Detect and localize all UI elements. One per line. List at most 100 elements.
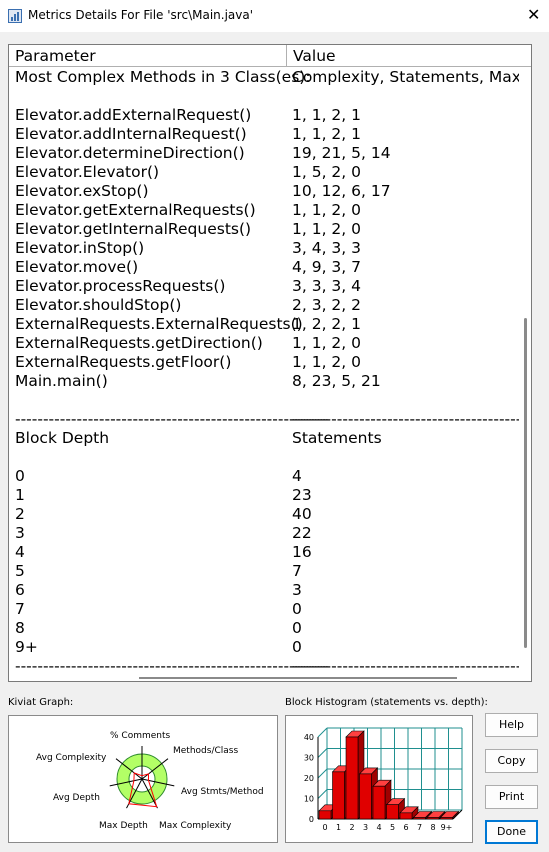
histogram-bar: [332, 771, 345, 820]
histogram-bar: [399, 812, 413, 820]
table-row[interactable]: Elevator.getExternalRequests() 1, 1, 2, 0: [9, 201, 519, 220]
histogram-svg: 0102030400 1 2 3 4 5 6 7 8 9+: [304, 727, 463, 832]
block-histogram: 0 10 20 30 40 0 1 2 3 4 5 6 7 8 9+: [285, 715, 473, 843]
value-cell: 8, 23, 5, 21: [292, 372, 381, 390]
parameter-cell: 8: [15, 619, 25, 637]
table-row[interactable]: [9, 448, 519, 467]
help-button[interactable]: Help: [485, 713, 538, 737]
histogram-x-tick-label: 7: [417, 823, 422, 832]
metrics-list[interactable]: Parameter Value Most Complex Methods in …: [8, 44, 532, 682]
histogram-x-tick-label: 9+: [441, 823, 453, 832]
parameter-cell: 3: [15, 524, 25, 542]
parameter-cell: Main.main(): [15, 372, 108, 390]
table-row[interactable]: 63: [9, 581, 519, 600]
table-row[interactable]: Block Depth Statements: [9, 429, 519, 448]
histogram-x-tick-label: 4: [376, 823, 381, 832]
parameter-cell: ExternalRequests.ExternalRequests(): [15, 315, 303, 333]
horizontal-scroll-thumb[interactable]: [139, 677, 457, 679]
histogram-gridline-diag: [317, 748, 328, 758]
histogram-x-tick-label: 3: [363, 823, 368, 832]
value-cell: 1, 1, 2, 0: [292, 201, 362, 219]
histogram-label: Block Histogram (statements vs. depth):: [285, 697, 488, 708]
done-button[interactable]: Done: [485, 820, 538, 844]
table-row[interactable]: Elevator.addInternalRequest() 1, 1, 2, 1: [9, 125, 519, 144]
title-bar: Metrics Details For File 'src\Main.java'…: [0, 0, 549, 32]
parameter-cell: 4: [15, 543, 25, 561]
histogram-x-tick-label: 2: [349, 823, 354, 832]
table-row[interactable]: Elevator.processRequests() 3, 3, 3, 4: [9, 277, 519, 296]
parameter-cell: 6: [15, 581, 25, 599]
parameter-cell: Most Complex Methods in 3 Class(es):: [15, 68, 311, 86]
copy-button[interactable]: Copy: [485, 749, 538, 773]
vertical-scrollbar[interactable]: [520, 68, 531, 681]
table-row[interactable]: 57: [9, 562, 519, 581]
kiviat-axis-label-avg-stmts: Avg Stmts/Method: [181, 787, 264, 797]
table-row[interactable]: ExternalRequests.getDirection() 1, 1, 2, …: [9, 334, 519, 353]
histogram-bar: [345, 736, 359, 820]
parameter-cell: ExternalRequests.getFloor(): [15, 353, 232, 371]
vertical-scroll-thumb[interactable]: [524, 318, 527, 648]
histogram-y-tick-label: 30: [304, 754, 314, 763]
table-row[interactable]: 4 16: [9, 543, 519, 562]
value-cell: ----------------------------------------…: [292, 410, 519, 428]
table-row[interactable]: Elevator.Elevator() 1, 5, 2, 0: [9, 163, 519, 182]
table-row[interactable]: [9, 87, 519, 106]
histogram-gridline-diag: [317, 727, 328, 738]
column-header-value[interactable]: Value: [287, 45, 531, 67]
parameter-cell: 5: [15, 562, 25, 580]
value-cell: 2, 3, 2, 2: [292, 296, 362, 314]
close-button[interactable]: ✕: [518, 0, 549, 32]
value-cell: 1, 1, 2, 0: [292, 220, 362, 238]
kiviat-label: Kiviat Graph:: [8, 697, 74, 708]
histogram-x-tick-label: 5: [390, 823, 395, 832]
parameter-cell: Block Depth: [15, 429, 110, 447]
histogram-bar: [372, 785, 386, 820]
table-row[interactable]: 9+ 0: [9, 638, 519, 657]
kiviat-axis-label-max-depth: Max Depth: [99, 821, 148, 831]
histogram-y-tick-label: 20: [304, 774, 314, 783]
value-cell: 10, 12, 6, 17: [292, 182, 391, 200]
table-row[interactable]: Elevator.inStop() 3, 4, 3, 3: [9, 239, 519, 258]
horizontal-scrollbar[interactable]: [9, 671, 520, 681]
parameter-cell: Elevator.exStop(): [15, 182, 149, 200]
value-cell: 1, 1, 2, 0: [292, 353, 362, 371]
value-cell: 1, 1, 2, 0: [292, 334, 362, 352]
kiviat-graph: % Comments Methods/Class Avg Stmts/Metho…: [8, 715, 278, 843]
table-row[interactable]: 80: [9, 619, 519, 638]
table-row[interactable]: 3 22: [9, 524, 519, 543]
table-row[interactable]: [9, 391, 519, 410]
parameter-cell: 9+: [15, 638, 38, 656]
table-row[interactable]: Elevator.exStop() 10, 12, 6, 17: [9, 182, 519, 201]
parameter-cell: Elevator.getInternalRequests(): [15, 220, 252, 238]
table-row[interactable]: Elevator.getInternalRequests() 1, 1, 2, 0: [9, 220, 519, 239]
table-row[interactable]: Main.main() 8, 23, 5, 21: [9, 372, 519, 391]
column-header-parameter[interactable]: Parameter: [9, 45, 287, 67]
value-cell: 3: [292, 581, 302, 599]
kiviat-axis-label-methods-class: Methods/Class: [173, 746, 238, 756]
value-cell: 4, 9, 3, 7: [292, 258, 362, 276]
parameter-cell: Elevator.move(): [15, 258, 139, 276]
parameter-cell: Elevator.inStop(): [15, 239, 145, 257]
table-row[interactable]: 1 23: [9, 486, 519, 505]
kiviat-svg: % Comments Methods/Class Avg Stmts/Metho…: [36, 731, 264, 831]
table-row[interactable]: 04: [9, 467, 519, 486]
table-row[interactable]: Most Complex Methods in 3 Class(es): Comp…: [9, 68, 519, 87]
table-row[interactable]: ----------------------------------------…: [9, 410, 519, 429]
parameter-cell: ExternalRequests.getDirection(): [15, 334, 263, 352]
close-icon: ✕: [527, 5, 541, 24]
histogram-x-tick-label: 0: [322, 823, 327, 832]
value-cell: 1, 5, 2, 0: [292, 163, 362, 181]
print-button[interactable]: Print: [485, 785, 538, 809]
table-row[interactable]: Elevator.shouldStop() 2, 3, 2, 2: [9, 296, 519, 315]
table-row[interactable]: ExternalRequests.getFloor() 1, 1, 2, 0: [9, 353, 519, 372]
histogram-y-tick-label: 0: [309, 815, 314, 824]
value-cell: 16: [292, 543, 312, 561]
kiviat-axis-label-avg-depth: Avg Depth: [53, 793, 100, 803]
table-row[interactable]: ExternalRequests.ExternalRequests() 1, 2,…: [9, 315, 519, 334]
table-row[interactable]: 2 40: [9, 505, 519, 524]
table-row[interactable]: 70: [9, 600, 519, 619]
table-row[interactable]: Elevator.determineDirection() 19, 21, 5, …: [9, 144, 519, 163]
table-row[interactable]: Elevator.addExternalRequest() 1, 1, 2, 1: [9, 106, 519, 125]
table-row[interactable]: Elevator.move() 4, 9, 3, 7: [9, 258, 519, 277]
histogram-y-tick-label: 10: [304, 795, 314, 804]
